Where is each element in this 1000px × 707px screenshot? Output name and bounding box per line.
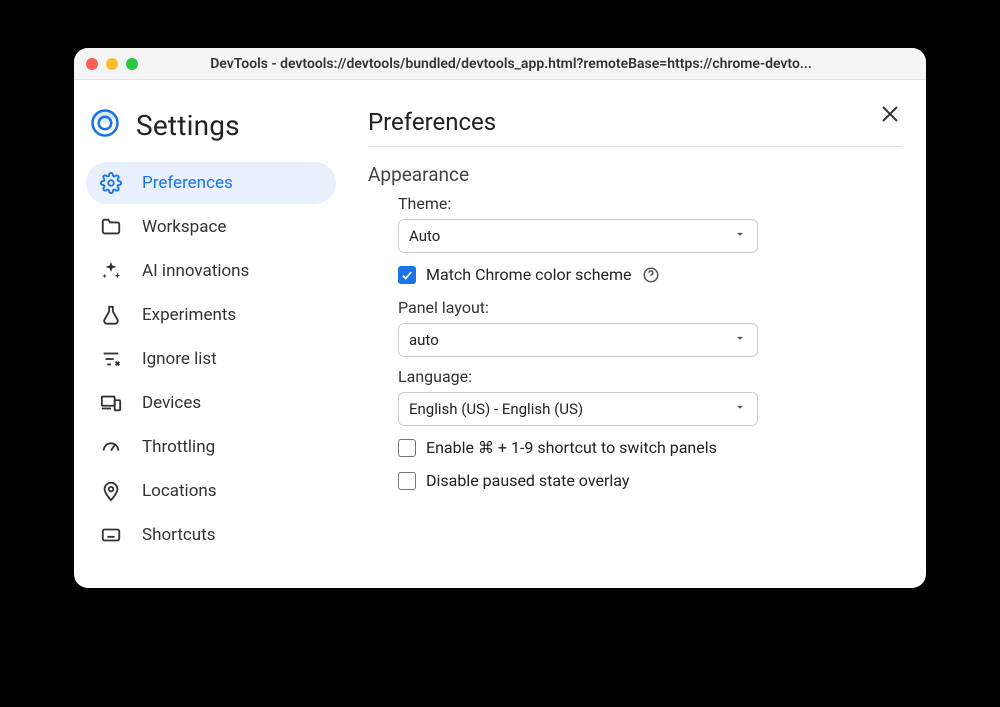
panel-layout-select[interactable]: auto (398, 323, 758, 357)
app-icon (90, 108, 120, 142)
sidebar-item-shortcuts[interactable]: Shortcuts (86, 514, 336, 556)
sidebar-item-label: Devices (142, 393, 201, 413)
sidebar-item-ai-innovations[interactable]: AI innovations (86, 250, 336, 292)
sidebar-item-label: Experiments (142, 305, 236, 325)
pin-icon (100, 480, 122, 502)
sidebar-item-label: Workspace (142, 217, 226, 237)
language-select[interactable]: English (US) - English (US) (398, 392, 758, 426)
keyboard-icon (100, 524, 122, 546)
language-label: Language: (398, 367, 902, 386)
sidebar-item-experiments[interactable]: Experiments (86, 294, 336, 336)
nav: Preferences Workspace AI innovations (86, 162, 344, 556)
main: Preferences Appearance Theme: Auto Match… (344, 80, 926, 588)
panel-layout-value: auto (409, 331, 439, 349)
disable-paused-checkbox[interactable] (398, 472, 416, 490)
sidebar-item-workspace[interactable]: Workspace (86, 206, 336, 248)
flask-icon (100, 304, 122, 326)
sidebar-item-locations[interactable]: Locations (86, 470, 336, 512)
chevron-down-icon (733, 400, 747, 418)
sidebar-item-label: Locations (142, 481, 217, 501)
close-window-button[interactable] (86, 58, 98, 70)
devices-icon (100, 392, 122, 414)
sidebar-item-label: AI innovations (142, 261, 249, 281)
theme-select[interactable]: Auto (398, 219, 758, 253)
sidebar-item-throttling[interactable]: Throttling (86, 426, 336, 468)
language-value: English (US) - English (US) (409, 400, 583, 418)
match-scheme-label: Match Chrome color scheme (426, 265, 632, 284)
sidebar-item-ignore-list[interactable]: Ignore list (86, 338, 336, 380)
disable-paused-label: Disable paused state overlay (426, 471, 629, 490)
chevron-down-icon (733, 227, 747, 245)
page-title: Preferences (368, 108, 902, 136)
sidebar-item-label: Throttling (142, 437, 215, 457)
theme-label: Theme: (398, 194, 902, 213)
titlebar: DevTools - devtools://devtools/bundled/d… (74, 48, 926, 80)
window-title: DevTools - devtools://devtools/bundled/d… (108, 56, 914, 72)
sidebar-item-label: Preferences (142, 173, 233, 193)
sidebar-item-label: Shortcuts (142, 525, 216, 545)
divider (368, 146, 902, 147)
gauge-icon (100, 436, 122, 458)
shortcut-switch-checkbox[interactable] (398, 439, 416, 457)
theme-value: Auto (409, 227, 440, 245)
brand: Settings (86, 108, 344, 142)
panel-layout-label: Panel layout: (398, 298, 902, 317)
shortcut-switch-label: Enable ⌘ + 1-9 shortcut to switch panels (426, 438, 717, 457)
window: DevTools - devtools://devtools/bundled/d… (74, 48, 926, 588)
folder-icon (100, 216, 122, 238)
filter-x-icon (100, 348, 122, 370)
sidebar-item-devices[interactable]: Devices (86, 382, 336, 424)
sidebar-item-label: Ignore list (142, 349, 217, 369)
sidebar: Settings Preferences Workspace (74, 80, 344, 588)
section-title: Appearance (368, 163, 902, 186)
sidebar-item-preferences[interactable]: Preferences (86, 162, 336, 204)
help-icon[interactable] (642, 266, 660, 284)
match-scheme-checkbox[interactable] (398, 266, 416, 284)
gear-icon (100, 172, 122, 194)
brand-title: Settings (136, 109, 240, 142)
sparkle-icon (100, 260, 122, 282)
close-button[interactable] (878, 102, 902, 126)
chevron-down-icon (733, 331, 747, 349)
